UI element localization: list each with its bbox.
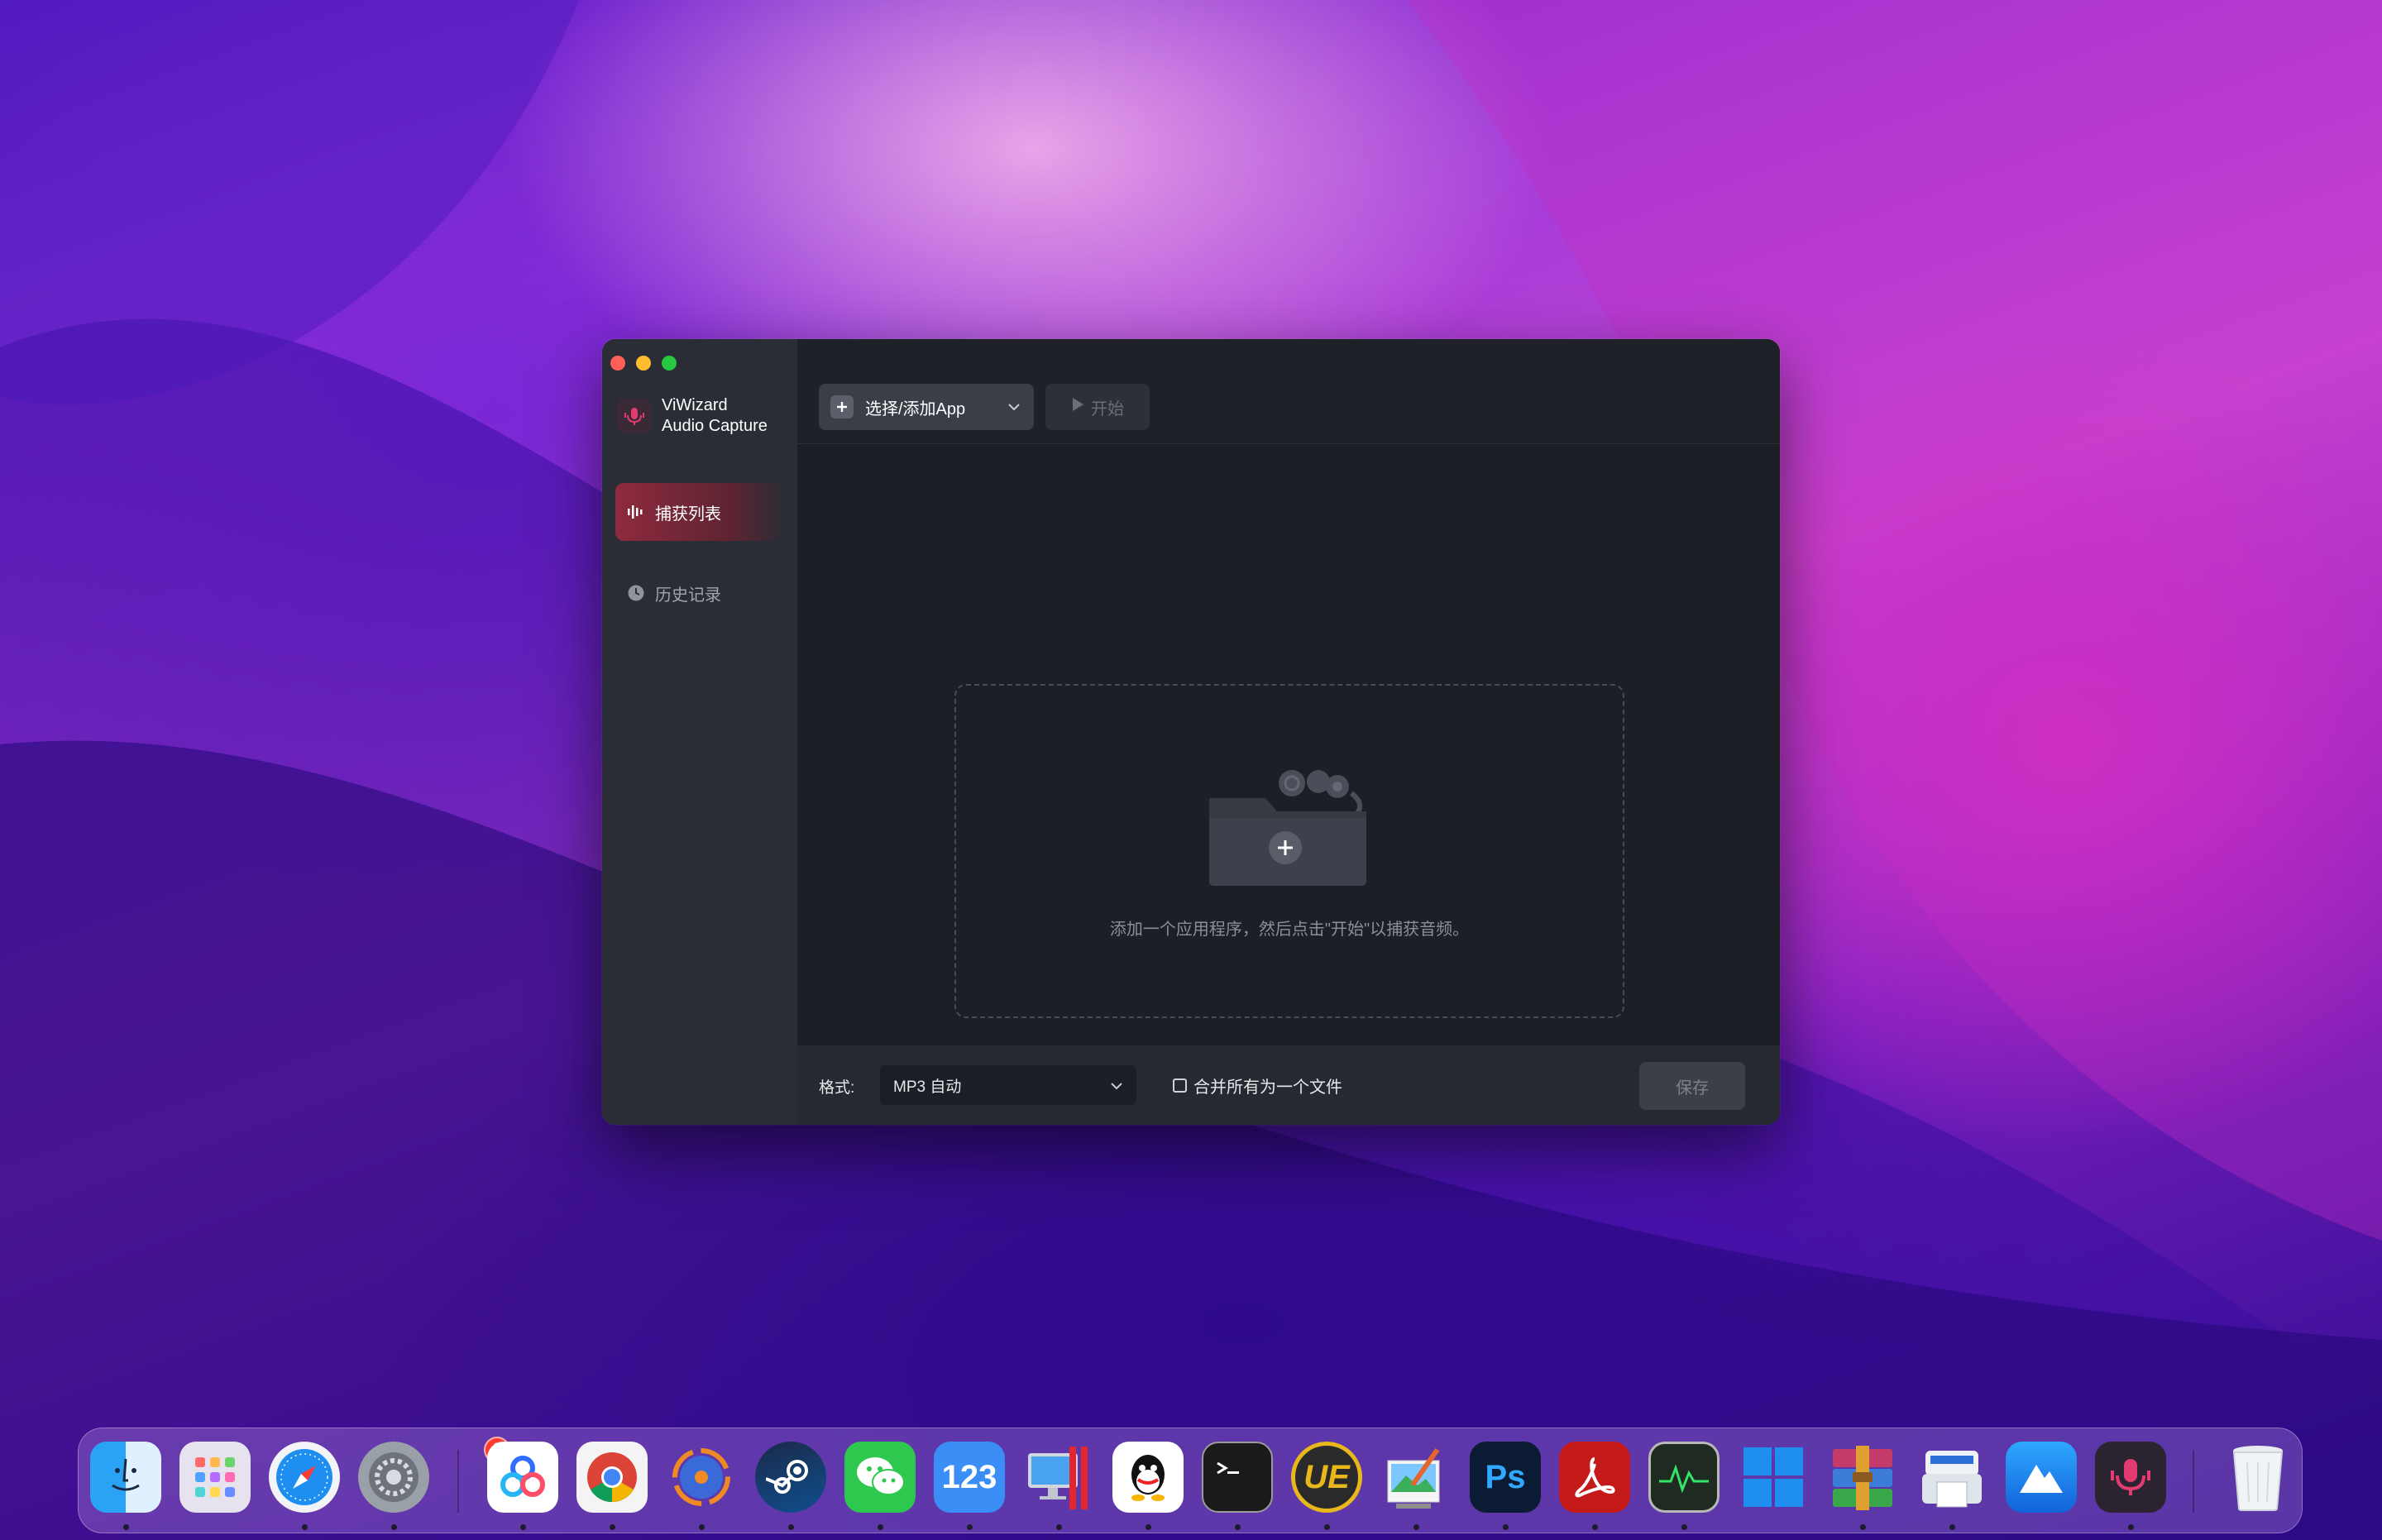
wechat-icon[interactable] — [844, 1442, 916, 1513]
numbers-app-icon[interactable]: 123 — [934, 1442, 1005, 1513]
start-button[interactable]: 开始 — [1045, 384, 1150, 430]
dock-separator — [457, 1450, 459, 1513]
running-indicator — [788, 1524, 794, 1530]
qq-icon[interactable] — [1112, 1442, 1184, 1513]
running-indicator — [1592, 1524, 1598, 1530]
add-app-button[interactable]: 选择/添加App — [819, 384, 1034, 430]
viwizard-app-icon[interactable] — [2095, 1442, 2166, 1513]
chevron-down-icon — [1108, 1078, 1125, 1099]
add-app-drop-zone[interactable]: 添加一个应用程序，然后点击"开始"以捕获音频。 — [954, 684, 1624, 1018]
trash-icon[interactable] — [2222, 1442, 2294, 1513]
footer-bar: 格式: MP3 自动 合并所有为一个文件 保存 — [797, 1045, 1780, 1125]
chrome-icon[interactable] — [576, 1442, 648, 1513]
image-editor-icon[interactable] — [1380, 1442, 1452, 1513]
running-indicator — [1860, 1524, 1866, 1530]
network-radar-icon[interactable] — [666, 1442, 737, 1513]
dock-separator — [2193, 1450, 2194, 1513]
app-name-line1: ViWizard — [662, 396, 728, 414]
sidebar-item-label: 捕获列表 — [655, 505, 721, 524]
merge-files-checkbox[interactable] — [1173, 1078, 1187, 1093]
steam-icon[interactable] — [755, 1442, 826, 1513]
running-indicator — [1681, 1524, 1687, 1530]
photoshop-icon[interactable]: Ps — [1470, 1442, 1541, 1513]
merge-files-option[interactable]: 合并所有为一个文件 — [1173, 1074, 1342, 1098]
running-indicator — [699, 1524, 705, 1530]
running-indicator — [1324, 1524, 1330, 1530]
running-indicator — [967, 1524, 973, 1530]
archive-app-icon[interactable] — [1827, 1442, 1898, 1513]
add-app-label: 选择/添加App — [865, 399, 966, 418]
waveform-icon — [627, 503, 645, 521]
minimize-window-button[interactable] — [636, 356, 651, 371]
sidebar-item-history[interactable]: 历史记录 — [615, 564, 784, 622]
format-select[interactable]: MP3 自动 — [880, 1065, 1136, 1105]
launchpad-icon[interactable] — [179, 1442, 251, 1513]
main-panel: 选择/添加App 开始 添加一个应用程序，然后点击"开始"以捕获音频。 格式: … — [797, 339, 1780, 1125]
format-value: MP3 自动 — [893, 1078, 962, 1096]
running-indicator — [391, 1524, 397, 1530]
running-indicator — [302, 1524, 308, 1530]
chevron-down-icon[interactable] — [1006, 399, 1022, 420]
running-indicator — [1146, 1524, 1151, 1530]
running-indicator — [1056, 1524, 1062, 1530]
acrobat-icon[interactable] — [1559, 1442, 1630, 1513]
close-window-button[interactable] — [610, 356, 625, 371]
start-label: 开始 — [1091, 399, 1124, 418]
running-indicator — [123, 1524, 129, 1530]
sidebar: ViWizard Audio Capture 捕获列表 历史记录 — [602, 339, 797, 1125]
plus-icon — [830, 395, 854, 418]
toolbar: 选择/添加App 开始 — [797, 339, 1780, 444]
ultraedit-label: UE — [1303, 1458, 1350, 1495]
format-label: 格式: — [819, 1079, 855, 1097]
capture-list-area: 添加一个应用程序，然后点击"开始"以捕获音频。 — [797, 444, 1780, 1045]
running-indicator — [2128, 1524, 2134, 1530]
sidebar-item-capture-list[interactable]: 捕获列表 — [615, 483, 784, 541]
running-indicator — [1235, 1524, 1241, 1530]
cloud-drive-icon[interactable] — [487, 1442, 558, 1513]
ultraedit-icon[interactable]: UE — [1291, 1442, 1362, 1513]
dock: 2 123 UE — [78, 1428, 2303, 1533]
merge-files-label: 合并所有为一个文件 — [1193, 1078, 1342, 1097]
microphone-logo-icon — [617, 399, 652, 433]
app-name: ViWizard Audio Capture — [662, 395, 768, 437]
printer-icon[interactable] — [1916, 1442, 1987, 1513]
finder-icon[interactable] — [90, 1442, 161, 1513]
folder-add-icon — [1209, 770, 1366, 886]
system-settings-icon[interactable] — [358, 1442, 429, 1513]
running-indicator — [878, 1524, 883, 1530]
running-indicator — [520, 1524, 526, 1530]
zoom-window-button[interactable] — [662, 356, 677, 371]
window-controls — [610, 356, 677, 371]
app-brand: ViWizard Audio Capture — [617, 395, 768, 437]
numbers-app-label: 123 — [941, 1458, 997, 1495]
play-icon — [1071, 397, 1084, 417]
save-button[interactable]: 保存 — [1639, 1062, 1745, 1110]
running-indicator — [1503, 1524, 1509, 1530]
activity-monitor-icon[interactable] — [1648, 1442, 1720, 1513]
app-window: ViWizard Audio Capture 捕获列表 历史记录 选择/添加Ap… — [602, 339, 1780, 1125]
dropzone-hint: 添加一个应用程序，然后点击"开始"以捕获音频。 — [1109, 921, 1470, 939]
photoshop-label: Ps — [1485, 1458, 1526, 1495]
running-indicator — [1949, 1524, 1955, 1530]
running-indicator — [1413, 1524, 1419, 1530]
parallels-desktop-icon[interactable] — [1023, 1442, 1094, 1513]
safari-icon[interactable] — [269, 1442, 340, 1513]
windows-icon[interactable] — [1738, 1442, 1809, 1513]
mountain-app-icon[interactable] — [2006, 1442, 2077, 1513]
app-name-line2: Audio Capture — [662, 417, 768, 435]
terminal-icon[interactable] — [1202, 1442, 1273, 1513]
sidebar-item-label: 历史记录 — [655, 586, 721, 605]
clock-icon — [627, 584, 645, 602]
running-indicator — [610, 1524, 615, 1530]
